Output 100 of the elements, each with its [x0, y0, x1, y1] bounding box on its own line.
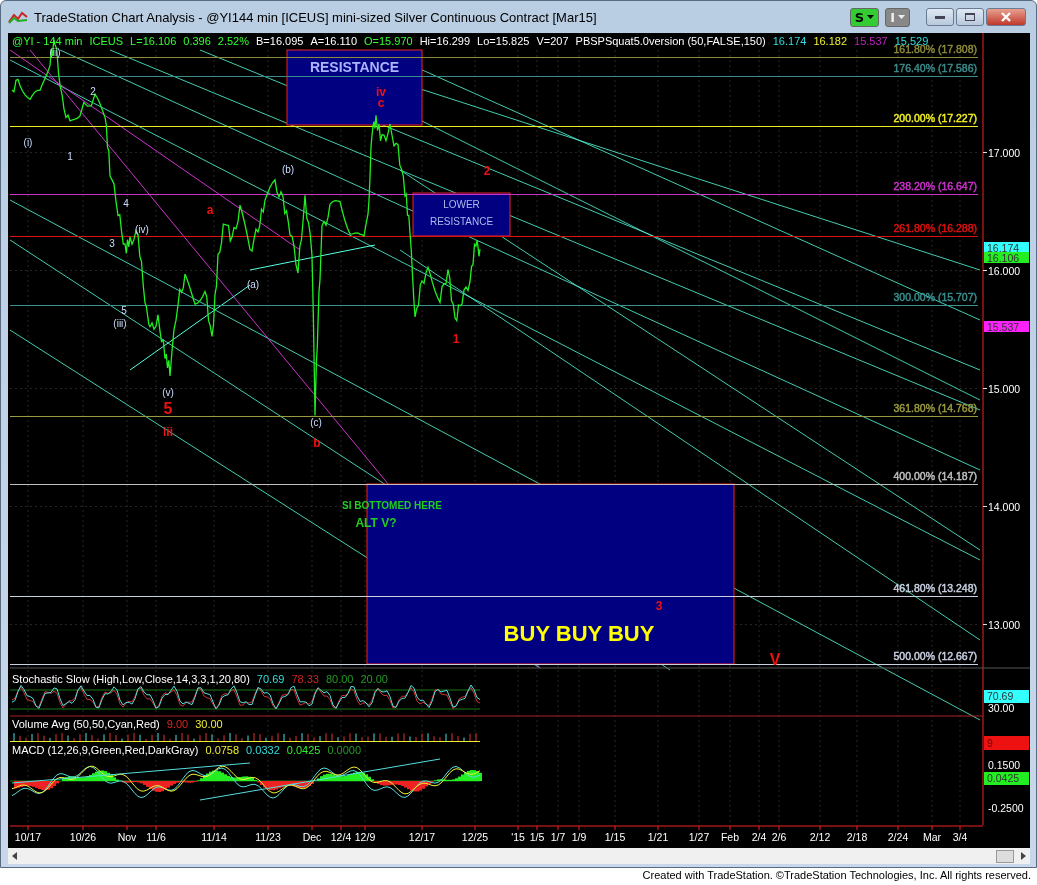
header-value: PBSPSquat5.0version (50,FALSE,150) [575, 35, 766, 48]
indicator-marker: 70.69 [984, 690, 1029, 703]
indicator-value: 80.00 [325, 673, 354, 686]
header-value: 0.396 [183, 35, 211, 48]
date-tick: 2/4 [751, 831, 767, 843]
wave-label: BUY BUY BUY [503, 621, 655, 646]
indicator-value: 0.0758 [205, 744, 240, 757]
date-tick: 1/21 [647, 831, 669, 843]
fib-level-label: 238.20% (16.647) [893, 179, 977, 192]
wave-label: (b) [281, 164, 295, 175]
wave-label: 3 [109, 238, 115, 249]
wave-label: 4 [123, 198, 129, 209]
fib-level-label: 261.80% (16.288) [893, 221, 977, 234]
indicator-tick: 0.1500 [988, 759, 1021, 771]
fib-level-label: 500.00% (12.667) [893, 649, 977, 662]
wave-label: 2 [90, 86, 96, 97]
wave-label: 5 [121, 305, 127, 316]
price-tick: 17.000 [988, 146, 1021, 159]
wave-label: (ii) [49, 47, 61, 58]
wave-label: iv [376, 85, 386, 99]
zone-label: RESISTANCE [309, 59, 400, 75]
header-value: L=16.106 [130, 35, 177, 48]
header-value: V=207 [536, 35, 569, 48]
toolbar-dropdown-button[interactable]: S [849, 7, 880, 27]
header-value: 16.182 [813, 35, 848, 48]
date-tick: 10/26 [69, 831, 97, 843]
header-value: O=15.970 [364, 35, 413, 48]
indicator-tick: 30.00 [988, 702, 1015, 714]
copyright-text: Created with TradeStation. ©TradeStation Technologies, Inc. All rights reserved. [642, 868, 1031, 882]
header-value: Hi=16.299 [419, 35, 471, 48]
fib-level-label: 200.00% (17.227) [893, 111, 977, 124]
indicator-value: 30.00 [195, 718, 223, 731]
indicator-value: 0.0332 [246, 744, 280, 757]
indicator-title: Stochastic Slow (High,Low,Close,14,3,3,1,20,80) [12, 673, 250, 686]
wave-label: (iv) [135, 224, 149, 235]
fib-level-label: 400.00% (14.187) [893, 469, 977, 482]
wave-label: 2 [483, 164, 491, 178]
price-tick: 13.000 [988, 618, 1021, 631]
date-tick: 1/7 [550, 831, 566, 843]
date-tick: 1/15 [604, 831, 626, 843]
header-value: 2.52% [217, 35, 249, 48]
wave-label: (iii) [113, 318, 127, 329]
fib-level-label: 361.80% (14.768) [893, 401, 977, 414]
indicator-value: 9.00 [166, 718, 189, 731]
header-value: Lo=15.825 [477, 35, 530, 48]
header-value: 15.537 [854, 35, 888, 48]
date-tick: 3/4 [952, 831, 968, 843]
date-tick: 2/24 [887, 831, 909, 843]
price-tick: 14.000 [988, 500, 1021, 513]
wave-label: (v) [162, 387, 174, 398]
wave-label: 3 [655, 599, 663, 613]
wave-label: c [377, 96, 385, 110]
wave-label: (c) [310, 417, 322, 428]
date-tick: 1/5 [529, 831, 545, 843]
indicator-title: MACD (12,26,9,Green,Red,DarkGray) [12, 744, 199, 757]
indicator-value: 20.00 [360, 673, 388, 686]
date-tick: 12/25 [461, 831, 489, 843]
wave-label: 1 [452, 332, 460, 346]
wave-label: V [769, 651, 781, 668]
header-value: 16.174 [772, 35, 807, 48]
date-tick: 2/6 [771, 831, 787, 843]
indicator-value: 70.69 [256, 673, 285, 686]
header-value: B=16.095 [256, 35, 304, 48]
date-tick: Nov [117, 831, 137, 843]
window-title: TradeStation Chart Analysis - @YI144 min [ICEUS] mini-sized Silver Continuous Contract [Mar15] [34, 9, 597, 25]
date-tick: Mar [922, 831, 942, 843]
date-tick: Feb [720, 831, 740, 843]
date-tick: 12/9 [354, 831, 376, 843]
wave-label: (a) [246, 279, 260, 290]
date-tick: 2/18 [846, 831, 868, 843]
indicator-value: 0.0000 [327, 744, 362, 757]
date-tick: 11/14 [201, 831, 227, 843]
price-marker: 16.106 [984, 251, 1029, 264]
date-tick: 10/17 [14, 831, 42, 843]
price-tick: 15.000 [988, 382, 1021, 395]
header-value: @YI - 144 min [12, 35, 83, 48]
indicator-value: 78.33 [291, 673, 319, 686]
indicator-marker: 0.0425 [984, 772, 1029, 785]
date-tick: 12/4 [330, 831, 352, 843]
zone-label: RESISTANCE [429, 216, 494, 227]
wave-label: a [206, 203, 214, 217]
wave-label: 5 [163, 400, 173, 417]
date-tick: Dec [302, 831, 322, 843]
date-tick: 1/9 [571, 831, 587, 843]
date-tick: 11/6 [146, 831, 166, 843]
indicator-marker: 9 [984, 736, 1029, 750]
date-tick: '15 [511, 831, 525, 843]
wave-label: (i) [23, 137, 33, 148]
fib-level-label: 176.40% (17.586) [893, 61, 977, 74]
price-marker: 15.537 [984, 320, 1029, 333]
indicator-value: 0.0425 [286, 744, 321, 757]
date-tick: 1/27 [688, 831, 710, 843]
wave-label: b [313, 436, 321, 450]
header-value: A=16.110 [310, 35, 357, 48]
date-tick: 11/23 [255, 831, 281, 843]
indicator-tick: -0.2500 [988, 802, 1024, 814]
date-tick: 2/12 [809, 831, 831, 843]
header-value: ICEUS [89, 35, 124, 48]
date-tick: 12/17 [408, 831, 436, 843]
wave-label: 1 [67, 151, 73, 162]
